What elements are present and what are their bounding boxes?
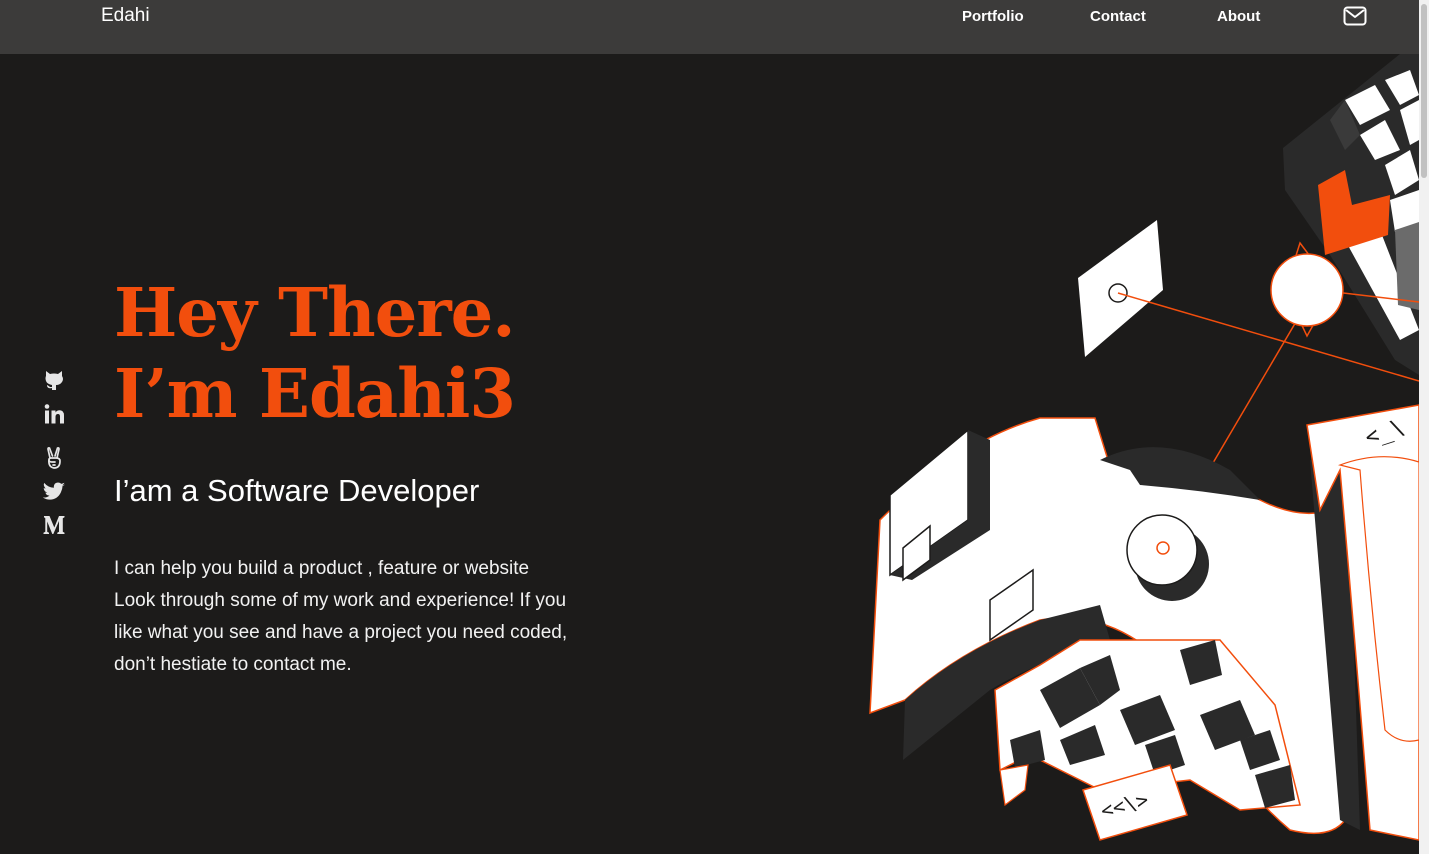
github-link[interactable] (42, 368, 66, 392)
scrollbar[interactable] (1419, 0, 1429, 854)
angellist-link[interactable] (42, 446, 66, 470)
floating-card (1078, 220, 1163, 357)
medium-link[interactable] (42, 513, 66, 537)
nav-link-contact[interactable]: Contact (1090, 8, 1146, 25)
brand-logo[interactable]: Edahi (101, 5, 150, 27)
hero-description: I can help you build a product , feature… (114, 553, 634, 681)
mail-icon (1343, 6, 1367, 26)
linkedin-icon (44, 404, 64, 424)
hero-greeting: Hey There. (114, 273, 516, 352)
description-line: Look through some of my work and experie… (114, 590, 567, 611)
medium-icon (43, 516, 65, 534)
description-line: like what you see and have a project you… (114, 622, 568, 643)
angellist-icon (47, 447, 61, 469)
top-nav: Edahi Portfolio Contact About (0, 0, 1419, 54)
hero-name: I’m Edahi3 (114, 354, 516, 433)
twitter-link[interactable] (42, 480, 66, 504)
scrollbar-thumb[interactable] (1421, 4, 1427, 178)
github-icon (45, 371, 63, 390)
linkedin-link[interactable] (42, 402, 66, 426)
hero-title: Hey There. I’m Edahi3 (114, 272, 516, 434)
hero-illustration: <_\ <<\> (869, 54, 1419, 841)
page: Edahi Portfolio Contact About Hey There.… (0, 0, 1429, 854)
nav-link-portfolio[interactable]: Portfolio (962, 8, 1024, 25)
twitter-icon (42, 482, 65, 500)
hero-subtitle: I’am a Software Developer (114, 473, 480, 508)
nav-link-about[interactable]: About (1217, 8, 1260, 25)
mail-button[interactable] (1343, 6, 1367, 26)
description-line: don’t hestiate to contact me. (114, 654, 352, 675)
description-line: I can help you build a product , feature… (114, 558, 530, 579)
